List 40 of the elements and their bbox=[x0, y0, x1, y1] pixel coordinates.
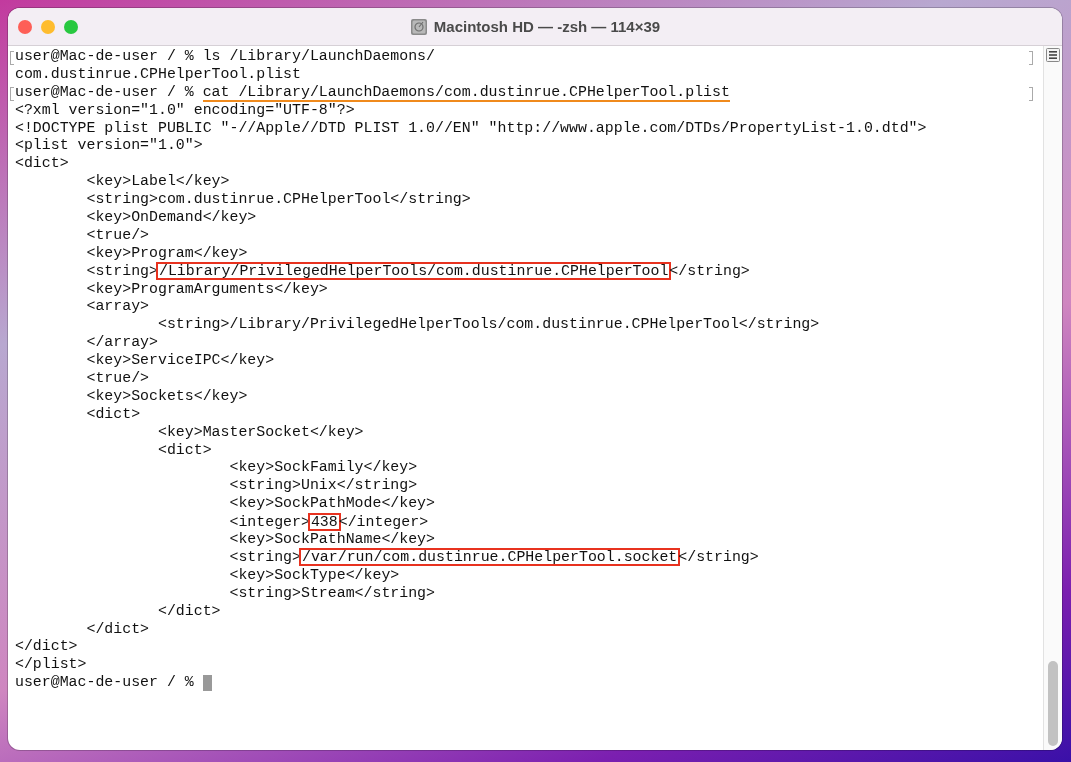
terminal-line: <array> bbox=[85, 298, 150, 317]
zoom-button[interactable] bbox=[64, 19, 78, 34]
terminal-line: </plist> bbox=[15, 656, 87, 675]
terminal-line: <key>ServiceIPC</key> bbox=[85, 352, 275, 371]
terminal-line: <dict> bbox=[15, 155, 69, 174]
terminal-line: </dict> bbox=[15, 638, 78, 657]
terminal-line: <key>SockPathName</key> bbox=[228, 531, 435, 549]
window-title: Macintosh HD — -zsh — 114×39 bbox=[433, 18, 661, 35]
terminal-line: </dict> bbox=[85, 620, 150, 639]
terminal-line: <string>Unix</string> bbox=[228, 477, 418, 496]
terminal-line: <key>OnDemand</key> bbox=[85, 209, 257, 227]
prompt-line: user@Mac-de-user / % bbox=[15, 674, 195, 693]
terminal-line: <key>SockType</key> bbox=[228, 566, 400, 585]
terminal-line: </dict> bbox=[157, 602, 221, 621]
scrollbar-thumb[interactable] bbox=[1048, 661, 1058, 746]
terminal-line: user@Mac-de-user / % ls /Library/LaunchDaemons/ bbox=[15, 48, 435, 66]
terminal-line: user@Mac-de-user / % cat /Library/LaunchDaemons/com.dustinrue.CPHelperTool.plist bbox=[15, 83, 730, 102]
terminal-line: <key>SockPathMode</key> bbox=[228, 495, 435, 514]
terminal-line: <plist version="1.0"> bbox=[15, 137, 203, 156]
terminal-line: <dict> bbox=[157, 441, 212, 460]
terminal-line: <string>com.dustinrue.CPHelperTool</string> bbox=[85, 191, 471, 210]
split-pane-icon[interactable] bbox=[1046, 48, 1060, 62]
terminal-line: <dict> bbox=[85, 405, 141, 424]
terminal-line: <true/> bbox=[85, 226, 150, 245]
terminal-line: <string>Stream</string> bbox=[228, 584, 435, 603]
terminal-line: <?xml version="1.0" encoding="UTF-8"?> bbox=[15, 101, 355, 120]
terminal-line: com.dustinrue.CPHelperTool.plist bbox=[15, 65, 301, 84]
terminal-line: <key>MasterSocket</key> bbox=[157, 423, 364, 442]
terminal-line: </array> bbox=[85, 334, 158, 353]
minimize-button[interactable] bbox=[41, 19, 55, 34]
terminal-line: <string>/Library/PrivilegedHelperTools/com.dustinrue.CPHelperTool</string> bbox=[157, 316, 820, 335]
terminal-line: <key>Label</key> bbox=[85, 173, 230, 192]
terminal-line: <!DOCTYPE plist PUBLIC "-//Apple//DTD PLIST 1.0//EN" "http://www.apple.com/DTDs/PropertyList-1.0.dtd"> bbox=[15, 119, 927, 138]
close-button[interactable] bbox=[18, 19, 32, 34]
terminal-line: <key>Sockets</key> bbox=[85, 387, 248, 406]
terminal-line: <key>SockFamily</key> bbox=[228, 459, 418, 478]
terminal-line: <key>ProgramArguments</key> bbox=[85, 280, 328, 299]
terminal-line: <true/> bbox=[85, 370, 150, 388]
hard-disk-icon bbox=[409, 17, 428, 36]
terminal-line: <key>Program</key> bbox=[85, 244, 248, 263]
